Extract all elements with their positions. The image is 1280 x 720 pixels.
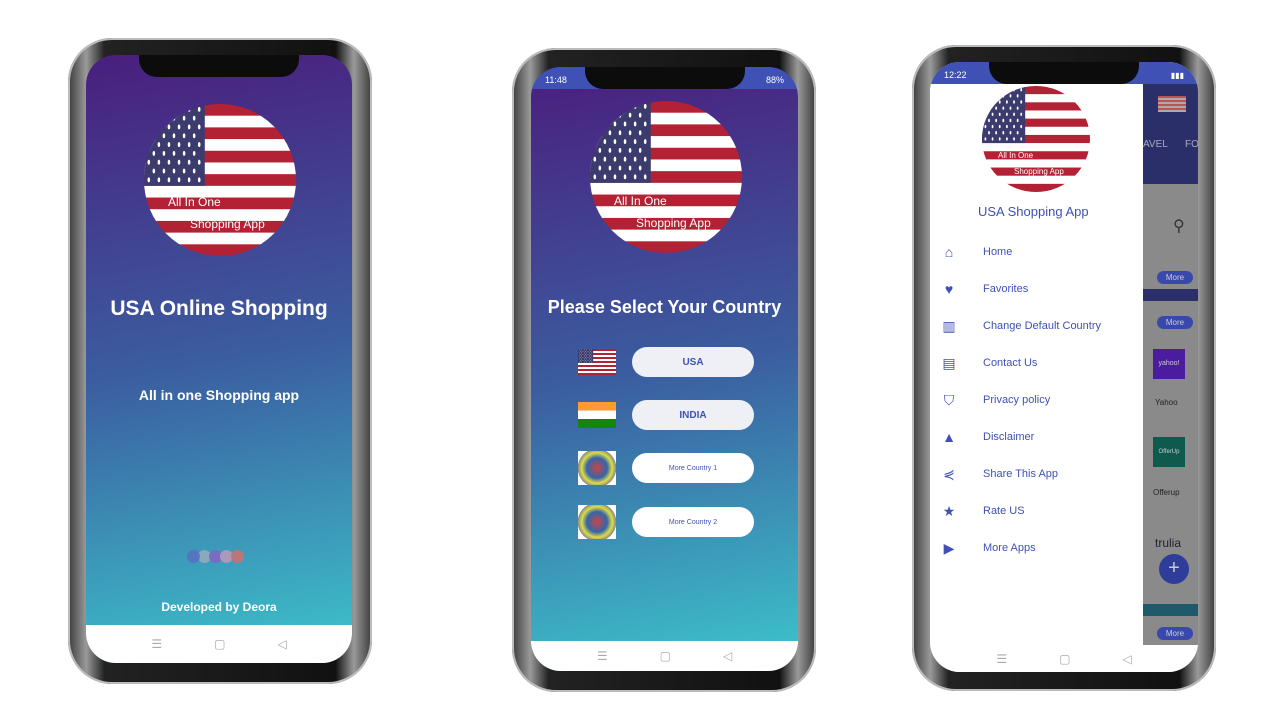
logo-text-2: Shopping App [190, 217, 265, 231]
drawer-screen: 12:22 ▮▮▮ AVEL FO ⚲ More More yahoo! Yaho… [930, 62, 1198, 672]
drawer-item-label: Privacy policy [983, 394, 1051, 406]
drawer-item-label: Rate US [983, 505, 1025, 517]
country-button-usa[interactable]: USA [632, 347, 754, 377]
drawer-item-favorites[interactable]: ♥ Favorites [930, 279, 1143, 299]
usa-flag-icon[interactable] [1158, 96, 1186, 112]
menu-icon[interactable]: ☰ [597, 649, 608, 663]
splash-screen: All In One Shopping App USA Online Shopp… [86, 55, 352, 663]
drawer-item-label: Home [983, 246, 1013, 258]
logo-text-2: Shopping App [636, 216, 711, 230]
usa-flag-logo [982, 86, 1090, 192]
status-time: 11:48 [545, 75, 567, 85]
drawer-item-share-this-app[interactable]: ⋞ Share This App [930, 464, 1143, 484]
home-square-icon[interactable]: ▢ [214, 637, 225, 651]
drawer-item-label: Contact Us [983, 357, 1038, 369]
menu-icon[interactable]: ☰ [151, 637, 162, 651]
drawer-item-privacy-policy[interactable]: ⛉ Privacy policy [930, 390, 1143, 410]
trulia-logo[interactable]: trulia [1155, 536, 1181, 550]
drawer-item-home[interactable]: ⌂ Home [930, 242, 1143, 262]
drawer-item-label: More Apps [983, 542, 1036, 554]
globe-flags-icon [578, 505, 616, 539]
navigation-drawer: All In One Shopping App USA Shopping App… [930, 84, 1143, 645]
drawer-item-contact-us[interactable]: ▤ Contact Us [930, 353, 1143, 373]
country-button-more-country-1[interactable]: More Country 1 [632, 453, 754, 483]
drawer-item-change-default-country[interactable]: ▥ Change Default Country [930, 316, 1143, 336]
contact-card-icon: ▤ [942, 354, 956, 371]
logo-text-1: All In One [614, 194, 667, 208]
country-button-india[interactable]: INDIA [632, 400, 754, 430]
status-battery: 88% [765, 75, 784, 85]
usa-flag-logo [144, 104, 296, 256]
system-nav-bar: ☰ ▢ ◁ [86, 625, 352, 663]
back-icon[interactable]: ◁ [277, 637, 286, 651]
drawer-item-more-apps[interactable]: ▶ More Apps [930, 538, 1143, 558]
menu-icon[interactable]: ☰ [996, 652, 1007, 666]
globe-flag-icon [578, 451, 616, 485]
home-square-icon[interactable]: ▢ [660, 649, 671, 663]
drawer-app-name: USA Shopping App [978, 204, 1089, 219]
app-title: USA Online Shopping [110, 297, 328, 320]
add-fab-button[interactable]: + [1159, 554, 1189, 584]
shield-icon: ⛉ [943, 391, 955, 408]
search-icon[interactable]: ⚲ [1173, 216, 1185, 236]
tab-food[interactable]: FO [1185, 139, 1198, 150]
status-time: 12:22 [944, 70, 967, 80]
offerup-logo[interactable]: OfferUp [1153, 437, 1185, 467]
yahoo-label: Yahoo [1155, 398, 1178, 407]
usa-flag-logo [590, 101, 742, 253]
drawer-item-label: Disclaimer [983, 431, 1035, 443]
dimmed-main-content[interactable]: AVEL FO ⚲ More More yahoo! Yahoo OfferUp… [1143, 84, 1198, 645]
logo-text-2: Shopping App [1014, 167, 1064, 176]
offerup-label: Offerup [1153, 488, 1180, 497]
drawer-item-label: Favorites [983, 283, 1029, 295]
drawer-item-rate-us[interactable]: ★ Rate US [930, 501, 1143, 521]
logo-text-1: All In One [998, 151, 1034, 160]
play-icon: ▶ [943, 539, 955, 556]
share-icon: ⋞ [943, 465, 955, 482]
phone-select-country: 11:48 88% All In One Shopping App Please … [512, 48, 816, 692]
system-nav-bar: ☰ ▢ ◁ [531, 641, 798, 671]
app-subtitle: All in one Shopping app [138, 387, 300, 403]
yahoo-logo[interactable]: yahoo! [1153, 349, 1185, 379]
drawer-item-label: Change Default Country [983, 320, 1102, 332]
home-square-icon[interactable]: ▢ [1059, 652, 1070, 666]
loading-dots [187, 550, 244, 563]
logo-text-1: All In One [168, 195, 221, 209]
country-button-more-country-2[interactable]: More Country 2 [632, 507, 754, 537]
drawer-item-disclaimer[interactable]: ▲ Disclaimer [930, 427, 1143, 447]
heart-icon: ♥ [944, 281, 954, 297]
more-button[interactable]: More [1157, 627, 1193, 640]
more-button[interactable]: More [1157, 316, 1193, 329]
developer-credit: Developed by Deora [161, 600, 277, 614]
star-icon: ★ [942, 502, 956, 519]
select-title: Please Select Your Country [547, 297, 782, 317]
back-icon[interactable]: ◁ [1122, 652, 1131, 666]
system-nav-bar: ☰ ▢ ◁ [930, 645, 1198, 672]
home-icon: ⌂ [944, 244, 954, 260]
phone-splash: All In One Shopping App USA Online Shopp… [68, 38, 372, 684]
select-country-screen: 11:48 88% All In One Shopping App Please … [531, 67, 798, 671]
drawer-item-label: Share This App [983, 468, 1059, 480]
tab-travel[interactable]: AVEL [1143, 139, 1168, 150]
warning-icon: ▲ [942, 429, 956, 445]
phone-drawer: 12:22 ▮▮▮ AVEL FO ⚲ More More yahoo! Yaho… [912, 45, 1216, 691]
india-flag-icon [578, 402, 616, 428]
more-button[interactable]: More [1157, 271, 1193, 284]
map-icon: ▥ [942, 317, 956, 334]
usa-flag-icon [578, 349, 616, 376]
back-icon[interactable]: ◁ [723, 649, 732, 663]
